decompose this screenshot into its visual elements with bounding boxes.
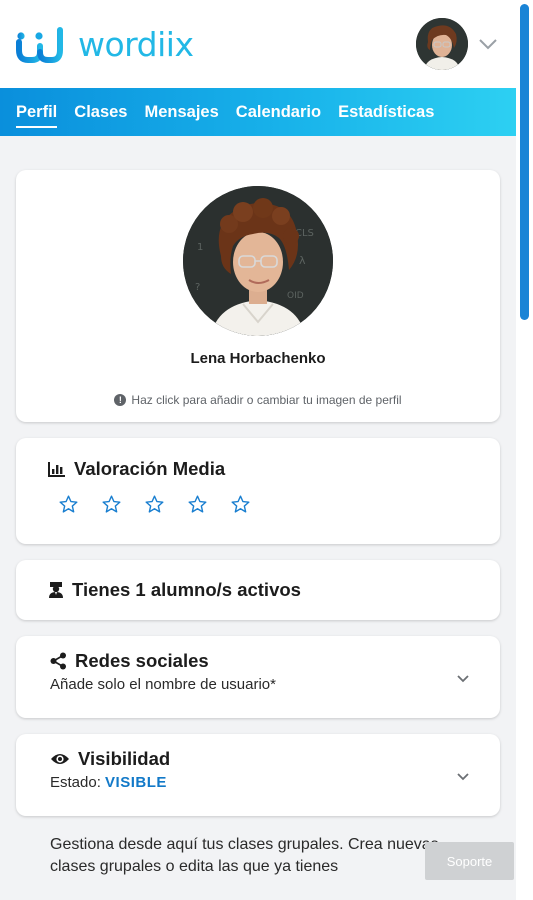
profile-photo[interactable]: CLS λ 1 ? OID (183, 186, 333, 336)
tab-calendario[interactable]: Calendario (236, 99, 321, 126)
graduate-icon (49, 582, 63, 598)
bar-chart-icon (48, 462, 65, 477)
svg-text:λ: λ (299, 254, 306, 267)
students-label: Tienes 1 alumno/s activos (72, 579, 301, 600)
main-nav: Perfil Clases Mensajes Calendario Estadí… (0, 88, 516, 136)
visibility-status-value: VISIBLE (105, 774, 167, 791)
visibility-title: Visibilidad (50, 748, 466, 770)
svg-text:1: 1 (197, 242, 203, 253)
brand-logo[interactable]: wordiix (16, 24, 194, 64)
scrollbar-thumb[interactable] (520, 4, 529, 320)
social-title-text: Redes sociales (75, 650, 209, 671)
user-avatar[interactable] (416, 18, 468, 70)
app-header: wordiix (0, 0, 516, 88)
tab-estadisticas[interactable]: Estadísticas (338, 99, 434, 126)
tab-perfil[interactable]: Perfil (16, 99, 58, 128)
visibility-status: Estado: VISIBLE (50, 774, 466, 791)
social-subtitle: Añade solo el nombre de usuario* (50, 676, 276, 693)
star-icon[interactable] (144, 494, 165, 515)
eye-icon (51, 754, 69, 764)
support-button[interactable]: Soporte (425, 842, 514, 880)
tab-clases[interactable]: Clases (74, 99, 127, 126)
tab-mensajes[interactable]: Mensajes (145, 99, 219, 126)
visibility-card[interactable]: Visibilidad Estado: VISIBLE (16, 734, 500, 816)
svg-text:?: ? (195, 282, 200, 293)
star-icon[interactable] (187, 494, 208, 515)
star-icon[interactable] (101, 494, 122, 515)
star-icon[interactable] (58, 494, 79, 515)
students-title: Tienes 1 alumno/s activos (48, 579, 301, 601)
students-card: Tienes 1 alumno/s activos (16, 560, 500, 620)
profile-hint-text: Haz click para añadir o cambiar tu image… (131, 393, 402, 407)
social-card[interactable]: Redes sociales Añade solo el nombre de u… (16, 636, 500, 718)
avatar-photo-icon (416, 18, 468, 70)
app-root: wordiix Perfil Clases Mensajes Calendari… (0, 0, 516, 900)
visibility-status-label: Estado: (50, 774, 101, 791)
info-icon: ! (114, 394, 127, 406)
chevron-down-icon[interactable] (456, 674, 470, 683)
social-title: Redes sociales (50, 650, 466, 672)
share-icon (50, 652, 66, 670)
brand-name: wordiix (78, 24, 194, 64)
svg-text:OID: OID (287, 291, 304, 301)
profile-photo-icon: CLS λ 1 ? OID (183, 186, 333, 336)
profile-photo-hint: ! Haz click para añadir o cambiar tu ima… (16, 393, 500, 407)
star-icon[interactable] (230, 494, 251, 515)
profile-name: Lena Horbachenko (190, 350, 326, 367)
chevron-down-icon[interactable] (456, 772, 470, 781)
user-menu[interactable] (416, 18, 498, 70)
rating-title: Valoración Media (48, 458, 468, 480)
rating-stars (48, 494, 468, 515)
wordiix-logo-icon (16, 27, 63, 63)
rating-card: Valoración Media (16, 438, 500, 544)
profile-card: CLS λ 1 ? OID Lena Horbachenko ! Haz cli… (16, 170, 500, 422)
rating-title-text: Valoración Media (74, 458, 226, 479)
chevron-down-icon[interactable] (478, 38, 498, 50)
main-content: CLS λ 1 ? OID Lena Horbachenko ! Haz cli… (0, 136, 516, 878)
visibility-title-text: Visibilidad (78, 748, 171, 769)
